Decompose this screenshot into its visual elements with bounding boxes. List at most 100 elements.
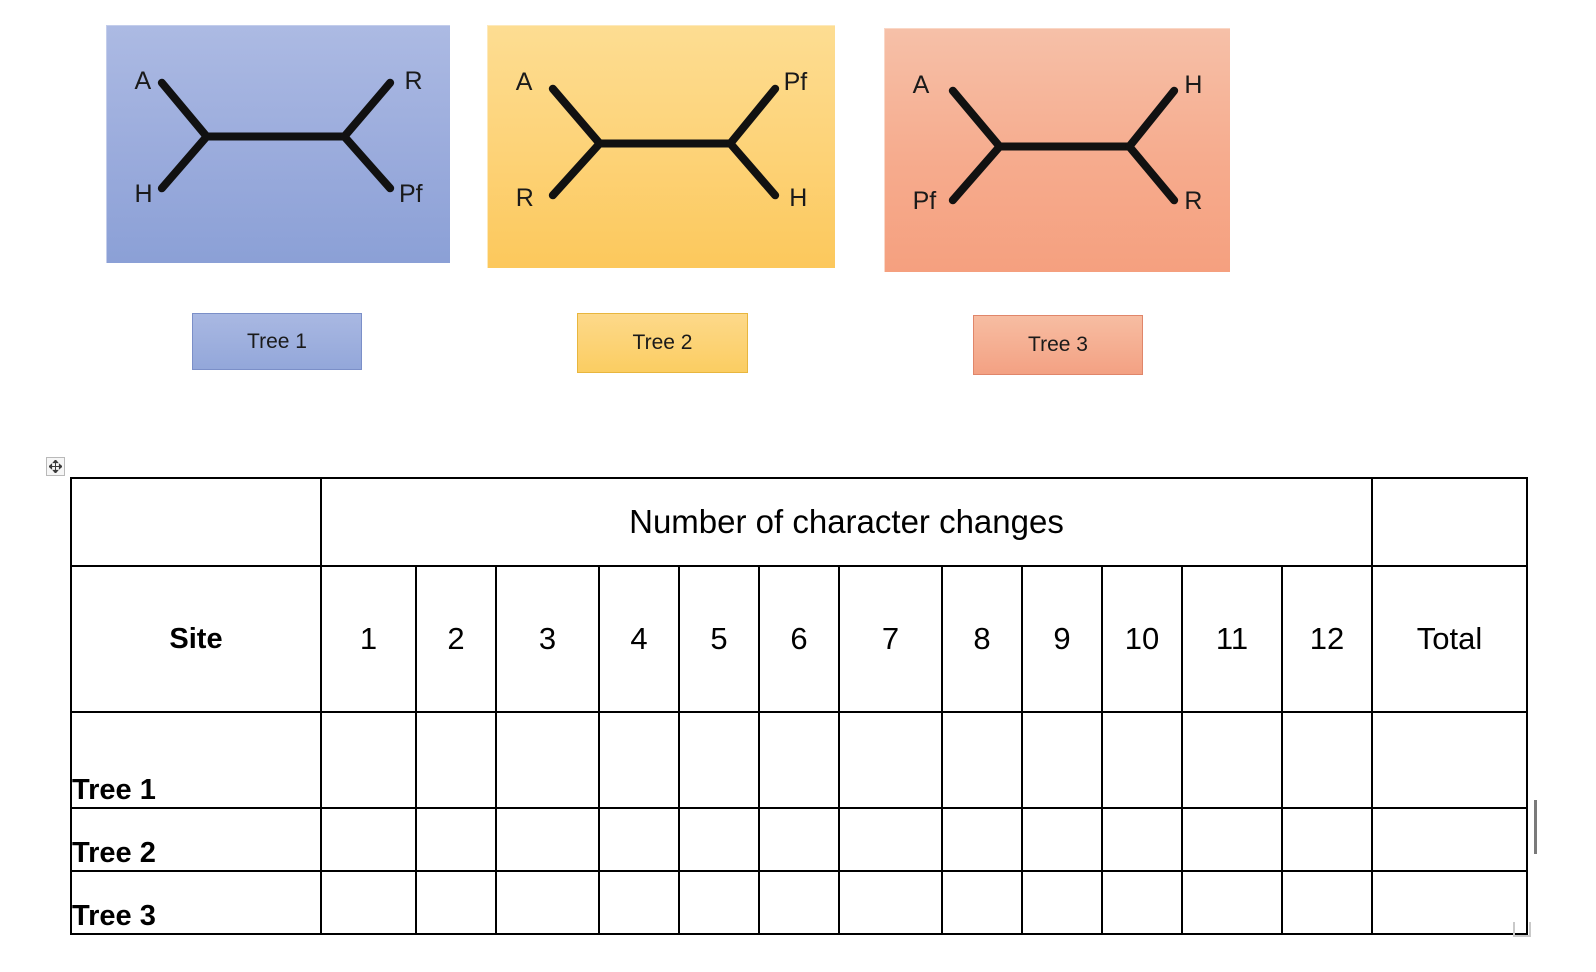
cell-tree2-site11[interactable] xyxy=(1181,807,1283,872)
table-header-row-span: Number of character changes xyxy=(70,477,1528,567)
branch-top-right xyxy=(340,78,395,141)
header-site-2[interactable]: 2 xyxy=(415,565,497,713)
header-site-9[interactable]: 9 xyxy=(1021,565,1103,713)
cell-tree3-site2[interactable] xyxy=(415,870,497,935)
header-site-12[interactable]: 12 xyxy=(1281,565,1373,713)
cell-tree2-site10[interactable] xyxy=(1101,807,1183,872)
branch-top-left xyxy=(548,84,604,148)
cell-tree2-site9[interactable] xyxy=(1021,807,1103,872)
cell-tree2-site2[interactable] xyxy=(415,807,497,872)
character-changes-table[interactable]: Number of character changes Site 1 2 3 4… xyxy=(70,477,1528,935)
table-row: Tree 1 xyxy=(70,711,1528,809)
header-site-5[interactable]: 5 xyxy=(678,565,760,713)
cell-tree1-site4[interactable] xyxy=(598,711,680,809)
cell-tree1-site1[interactable] xyxy=(320,711,417,809)
unrooted-tree-graphic-1 xyxy=(157,78,395,193)
header-site-10[interactable]: 10 xyxy=(1101,565,1183,713)
cell-tree2-site6[interactable] xyxy=(758,807,840,872)
cell-tree1-site6[interactable] xyxy=(758,711,840,809)
cell-tree3-site1[interactable] xyxy=(320,870,417,935)
move-cross-icon xyxy=(49,460,62,473)
cell-tree1-site3[interactable] xyxy=(495,711,600,809)
cell-tree1-site12[interactable] xyxy=(1281,711,1373,809)
branch-top-left xyxy=(157,78,211,141)
taxon-label-top-left: A xyxy=(515,67,533,96)
table-row: Tree 3 xyxy=(70,870,1528,935)
tree-2-label-box[interactable]: Tree 2 xyxy=(577,313,748,373)
worksheet-table-wrapper[interactable]: Number of character changes Site 1 2 3 4… xyxy=(70,477,1528,935)
unrooted-tree-graphic-2 xyxy=(548,84,780,200)
header-site-8[interactable]: 8 xyxy=(941,565,1023,713)
cell-tree2-site1[interactable] xyxy=(320,807,417,872)
header-number-of-character-changes[interactable]: Number of character changes xyxy=(320,477,1373,567)
cell-tree2-site5[interactable] xyxy=(678,807,760,872)
cell-tree2-site3[interactable] xyxy=(495,807,600,872)
tree-diagram-2[interactable]: A R Pf H xyxy=(487,25,835,268)
header-site-1[interactable]: 1 xyxy=(320,565,417,713)
table-resize-handle[interactable] xyxy=(1513,922,1531,937)
header-site-4[interactable]: 4 xyxy=(598,565,680,713)
cell-tree1-site7[interactable] xyxy=(838,711,943,809)
tree-3-label-text: Tree 3 xyxy=(1028,333,1088,356)
branch-bottom-left xyxy=(548,139,604,200)
cell-tree3-site5[interactable] xyxy=(678,870,760,935)
tree-1-label-box[interactable]: Tree 1 xyxy=(192,313,362,370)
tree-diagram-3[interactable]: A Pf H R xyxy=(884,28,1230,272)
tree-diagram-1[interactable]: A H R Pf xyxy=(106,25,450,263)
cell-tree2-total[interactable] xyxy=(1371,807,1528,872)
cell-tree1-site11[interactable] xyxy=(1181,711,1283,809)
cell-tree1-site8[interactable] xyxy=(941,711,1023,809)
cell-tree3-site9[interactable] xyxy=(1021,870,1103,935)
header-site-7[interactable]: 7 xyxy=(838,565,943,713)
tree-2-label-text: Tree 2 xyxy=(632,331,693,354)
taxon-label-bottom-right: R xyxy=(1184,187,1203,216)
tree-3-label-box[interactable]: Tree 3 xyxy=(973,315,1143,375)
cell-tree2-site12[interactable] xyxy=(1281,807,1373,872)
taxon-label-bottom-left: H xyxy=(134,180,153,209)
cell-tree1-site9[interactable] xyxy=(1021,711,1103,809)
taxon-label-top-right: Pf xyxy=(783,67,808,96)
cell-tree3-site10[interactable] xyxy=(1101,870,1183,935)
branch-top-left xyxy=(948,86,1004,151)
cell-tree3-total[interactable] xyxy=(1371,870,1528,935)
taxon-label-bottom-left: R xyxy=(515,183,534,212)
cell-tree3-site3[interactable] xyxy=(495,870,600,935)
cell-tree3-site8[interactable] xyxy=(941,870,1023,935)
header-total[interactable]: Total xyxy=(1371,565,1528,713)
row-label-tree-3[interactable]: Tree 3 xyxy=(70,870,322,935)
taxon-label-top-right: H xyxy=(1184,70,1203,99)
tree-1-label-text: Tree 1 xyxy=(247,329,307,353)
cell-tree2-site8[interactable] xyxy=(941,807,1023,872)
table-move-handle[interactable] xyxy=(46,457,65,476)
header-site-11[interactable]: 11 xyxy=(1181,565,1283,713)
taxon-label-bottom-left: Pf xyxy=(912,187,937,216)
branch-bottom-left xyxy=(948,142,1004,205)
cell-tree3-site6[interactable] xyxy=(758,870,840,935)
branch-bottom-left xyxy=(157,132,211,193)
cell-tree2-site7[interactable] xyxy=(838,807,943,872)
cell-tree3-site11[interactable] xyxy=(1181,870,1283,935)
header-site[interactable]: Site xyxy=(70,565,322,713)
cell-tree2-site4[interactable] xyxy=(598,807,680,872)
cell-tree1-site10[interactable] xyxy=(1101,711,1183,809)
taxon-label-top-left: A xyxy=(134,66,152,95)
taxon-label-top-left: A xyxy=(912,70,930,99)
cell-tree3-site7[interactable] xyxy=(838,870,943,935)
cell-tree1-site2[interactable] xyxy=(415,711,497,809)
cell-tree3-site4[interactable] xyxy=(598,870,680,935)
branch-top-right xyxy=(726,84,780,148)
cell-tree1-site5[interactable] xyxy=(678,711,760,809)
cell-tree1-total[interactable] xyxy=(1371,711,1528,809)
row-label-tree-2[interactable]: Tree 2 xyxy=(70,807,322,872)
header-site-6[interactable]: 6 xyxy=(758,565,840,713)
row-label-tree-1[interactable]: Tree 1 xyxy=(70,711,322,809)
header-total-corner-cell[interactable] xyxy=(1371,477,1528,567)
unrooted-tree-graphic-3 xyxy=(948,86,1179,205)
taxon-label-bottom-right: Pf xyxy=(398,180,423,209)
cell-tree3-site12[interactable] xyxy=(1281,870,1373,935)
branch-bottom-right xyxy=(726,139,780,200)
branch-top-right xyxy=(1125,86,1179,151)
header-corner-cell[interactable] xyxy=(70,477,322,567)
branch-bottom-right xyxy=(1125,142,1179,205)
header-site-3[interactable]: 3 xyxy=(495,565,600,713)
